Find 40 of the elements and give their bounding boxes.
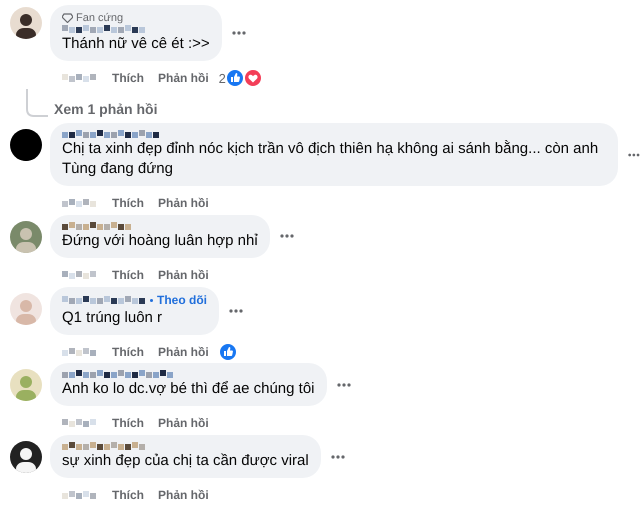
like-link[interactable]: Thích (112, 196, 144, 210)
more-options-icon[interactable] (280, 234, 294, 238)
view-replies-link[interactable]: Xem 1 phản hồi (54, 101, 158, 117)
more-options-icon[interactable] (330, 454, 345, 459)
pixelated-time-drawing (62, 490, 98, 500)
reply-link[interactable]: Phản hồi (158, 71, 209, 85)
comment-text: Đứng với hoàng luân hợp nhỉ (62, 230, 258, 251)
pixelated-time-drawing (62, 270, 98, 280)
reply-link[interactable]: Phản hồi (158, 196, 209, 210)
reply-link[interactable]: Phản hồi (158, 344, 209, 359)
comment-text: Thánh nữ vê cê ét :>> (62, 34, 210, 54)
like-icon (226, 69, 244, 87)
like-link[interactable]: Thích (112, 416, 144, 430)
reply-link[interactable]: Phản hồi (158, 268, 209, 282)
pixelated-time-drawing (62, 198, 98, 208)
comment-text: Anh ko lo dc.vợ bé thì để ae chúng tôi (62, 379, 315, 400)
like-link[interactable]: Thích (112, 488, 144, 502)
reply-link[interactable]: Phản hồi (158, 488, 209, 502)
follow-link[interactable]: Theo dõi (157, 294, 207, 307)
like-icon (218, 342, 237, 361)
more-options-icon[interactable] (229, 308, 243, 313)
reaction-count: 2 (218, 70, 226, 86)
pixelated-time-drawing (62, 346, 98, 357)
like-link[interactable]: Thích (112, 71, 144, 85)
pixelated-name-drawing (62, 222, 132, 230)
pixelated-time-drawing (62, 73, 98, 83)
more-options-icon[interactable] (628, 152, 640, 156)
thread-line (26, 89, 48, 117)
comment-text: Q1 trúng luôn r (62, 308, 164, 328)
like-link[interactable]: Thích (112, 344, 144, 359)
badge-label: Fan cứng (76, 12, 124, 24)
reply-link[interactable]: Phản hồi (158, 416, 209, 430)
comment-text: sự xinh đẹp của chị ta cần được viral (62, 451, 309, 472)
more-options-icon[interactable] (336, 382, 351, 387)
like-link[interactable]: Thích (112, 268, 144, 282)
more-options-icon[interactable] (232, 31, 246, 35)
diamond-icon (62, 13, 73, 23)
comment-text: Chị ta xinh đẹp đỉnh nóc kịch trần vô địch thiên hạ không ai sánh bằng... còn anh Tùng đang đứng (62, 139, 600, 179)
pixelated-time-drawing (62, 418, 98, 428)
separator-dot-icon (150, 298, 153, 302)
